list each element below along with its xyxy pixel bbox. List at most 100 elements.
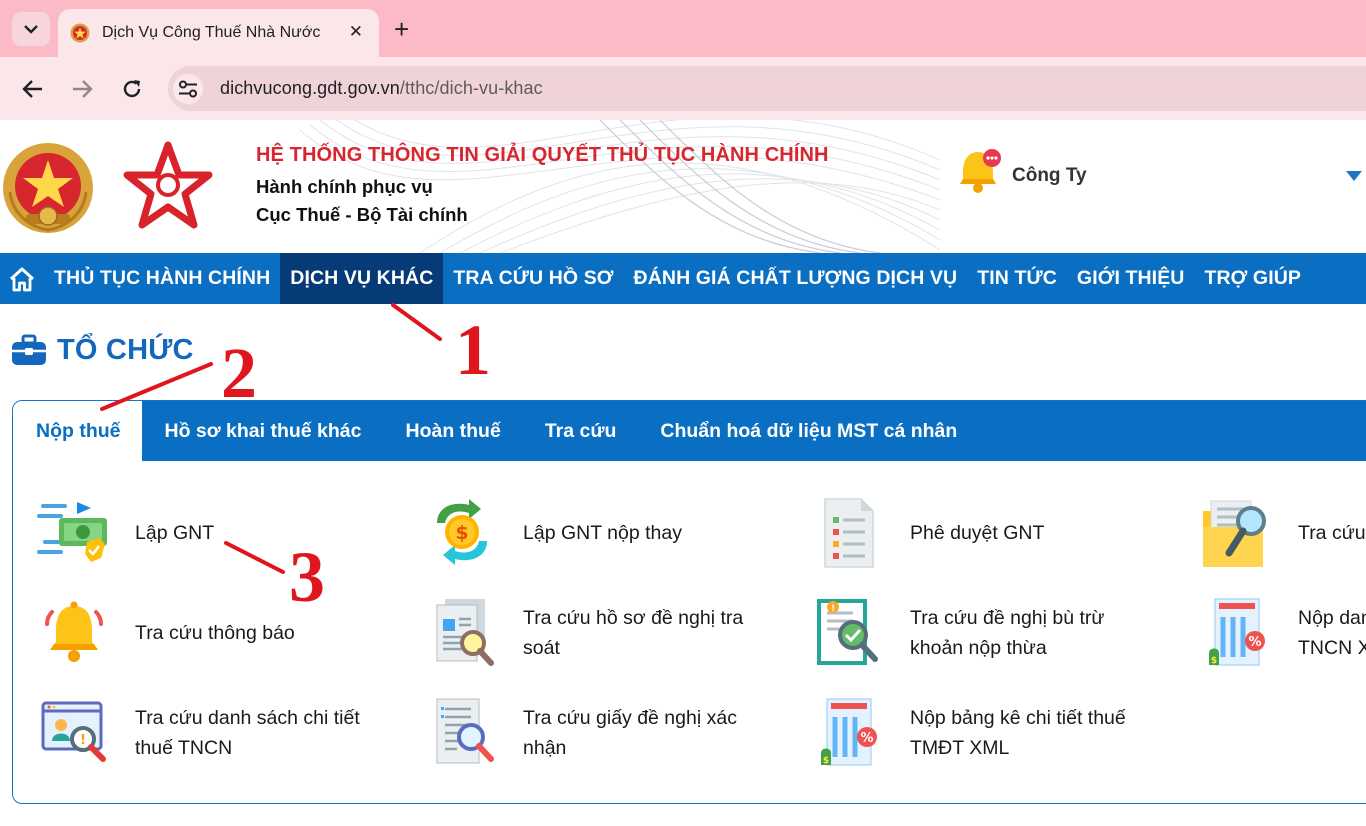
arrow-left-icon	[22, 80, 42, 98]
tax-list-icon: % $	[1198, 594, 1276, 672]
user-account-name[interactable]: Công Ty	[1012, 165, 1087, 187]
briefcase-icon	[12, 334, 46, 365]
service-label: Phê duyệt GNT	[910, 522, 1045, 544]
service-label-line: khoản nộp thừa	[910, 637, 1047, 659]
tab-title: Dịch Vụ Công Thuế Nhà Nước	[102, 24, 321, 41]
service-lap-gnt[interactable]: Lập GNT	[35, 494, 214, 572]
svg-text:!: !	[831, 604, 835, 614]
service-label: Tra cứu đề nghị bù trừ khoản nộp thừa	[910, 603, 1104, 663]
services-panel: Nộp thuế Hồ sơ khai thuế khác Hoàn thuế …	[12, 400, 1366, 804]
nav-gioi-thieu[interactable]: GIỚI THIỆU	[1067, 253, 1195, 304]
service-label: Tra cứu hồ sơ đề nghị tra soát	[523, 603, 743, 663]
close-icon[interactable]: ✕	[349, 23, 363, 41]
forward-button[interactable]	[68, 75, 96, 103]
url-path: /tthc/dich-vu-khac	[399, 78, 543, 98]
arrow-right-icon	[73, 80, 93, 98]
caret-down-icon[interactable]	[1346, 171, 1362, 181]
service-label-line: Tra cứu đề nghị bù trừ	[910, 607, 1105, 629]
main-navigation: THỦ TỤC HÀNH CHÍNH DỊCH VỤ KHÁC TRA CỨU …	[0, 253, 1366, 304]
money-transfer-icon	[35, 494, 113, 572]
back-button[interactable]	[19, 75, 47, 103]
browser-tab-strip: Dịch Vụ Công Thuế Nhà Nước ✕ +	[0, 0, 1366, 57]
service-label: Tra cứu	[1298, 522, 1366, 544]
home-icon	[9, 267, 35, 291]
annotation-number: 1	[455, 310, 491, 390]
system-subtitle: Hành chính phục vụ	[256, 176, 433, 197]
tab-search-button[interactable]	[12, 12, 50, 46]
browser-toolbar: dichvucong.gdt.gov.vn/tthc/dich-vu-khac	[0, 57, 1366, 120]
svg-text:%: %	[1248, 635, 1261, 650]
service-lap-gnt-nop-thay[interactable]: $ Lập GNT nộp thay	[423, 494, 682, 572]
nav-tra-cuu-ho-so[interactable]: TRA CỨU HỒ SƠ	[443, 253, 623, 304]
plus-icon[interactable]: +	[394, 16, 409, 42]
service-label: Nộp bảng kê chi tiết thuế TMĐT XML	[910, 703, 1126, 763]
service-label: Tra cứu thông báo	[135, 622, 295, 644]
panel-tabs: Nộp thuế Hồ sơ khai thuế khác Hoàn thuế …	[13, 401, 1366, 461]
service-phe-duyet-gnt[interactable]: Phê duyệt GNT	[810, 494, 1044, 572]
service-label-line: TNCN X	[1298, 637, 1366, 659]
tab-tra-cuu[interactable]: Tra cứu	[523, 401, 639, 461]
public-service-logo-icon	[123, 141, 213, 229]
system-title: HỆ THỐNG THÔNG TIN GIẢI QUYẾT THỦ TỤC HÀ…	[256, 144, 829, 166]
coin-exchange-icon: $	[423, 494, 501, 572]
tax-percent-icon: % $	[810, 694, 888, 772]
checklist-document-icon	[810, 494, 888, 572]
chevron-down-icon	[24, 24, 38, 34]
site-header: HỆ THỐNG THÔNG TIN GIẢI QUYẾT THỦ TỤC HÀ…	[0, 120, 1366, 253]
service-label-line: soát	[523, 637, 560, 659]
paper-search-icon	[423, 694, 501, 772]
bell-icon	[35, 594, 113, 672]
service-tra-cuu-ho-so-de-nghi-tra-soat[interactable]: Tra cứu hồ sơ đề nghị tra soát	[423, 594, 743, 672]
service-nop-bang-ke-tmdt[interactable]: % $ Nộp bảng kê chi tiết thuế TMĐT XML	[810, 694, 1126, 772]
section-title: TỔ CHỨC	[57, 334, 194, 366]
site-info-button[interactable]	[173, 73, 203, 104]
service-label-line: Nộp bảng kê chi tiết thuế	[910, 707, 1126, 729]
service-label-line: Tra cứu hồ sơ đề nghị tra	[523, 607, 744, 629]
service-label: Lập GNT nộp thay	[523, 522, 682, 544]
service-label: Nộp dan TNCN X	[1298, 603, 1366, 663]
service-tra-cuu-thong-bao[interactable]: Tra cứu thông báo	[35, 594, 295, 672]
state-emblem-favicon-icon	[70, 23, 90, 43]
nav-tin-tuc[interactable]: TIN TỨC	[967, 253, 1067, 304]
tab-chuan-hoa-du-lieu[interactable]: Chuẩn hoá dữ liệu MST cá nhân	[638, 401, 979, 461]
report-check-icon: !	[810, 594, 888, 672]
svg-text:!: !	[80, 733, 86, 748]
nav-danh-gia-chat-luong[interactable]: ĐÁNH GIÁ CHẤT LƯỢNG DỊCH VỤ	[624, 253, 968, 304]
nav-dich-vu-khac[interactable]: DỊCH VỤ KHÁC	[280, 253, 444, 304]
tab-hoan-thue[interactable]: Hoàn thuế	[383, 401, 522, 461]
agency-name: Cục Thuế - Bộ Tài chính	[256, 204, 468, 225]
service-label-line: thuế TNCN	[135, 737, 233, 759]
svg-text:$: $	[1211, 656, 1217, 666]
svg-text:$: $	[823, 756, 829, 766]
tune-icon	[179, 80, 197, 97]
tab-ho-so-khai-thue-khac[interactable]: Hồ sơ khai thuế khác	[142, 401, 383, 461]
url-host: dichvucong.gdt.gov.vn	[220, 78, 400, 98]
home-button[interactable]	[0, 253, 44, 304]
service-label-line: TMĐT XML	[910, 737, 1010, 759]
nav-tro-giup[interactable]: TRỢ GIÚP	[1194, 253, 1311, 304]
nav-thu-tuc-hanh-chinh[interactable]: THỦ TỤC HÀNH CHÍNH	[44, 253, 280, 304]
service-label-line: nhận	[523, 737, 567, 759]
service-label-line: Tra cứu danh sách chi tiết	[135, 707, 360, 729]
service-tra-cuu-de-nghi-bu-tru[interactable]: ! Tra cứu đề nghị bù trừ khoản nộp thừa	[810, 594, 1104, 672]
service-label: Lập GNT	[135, 522, 215, 544]
address-bar[interactable]: dichvucong.gdt.gov.vn/tthc/dich-vu-khac	[168, 66, 1366, 111]
reload-icon	[123, 80, 141, 98]
service-label-line: Tra cứu giấy đề nghị xác	[523, 707, 737, 729]
profile-search-icon: !	[35, 694, 113, 772]
service-label: Tra cứu giấy đề nghị xác nhận	[523, 703, 737, 763]
tab-nop-thue[interactable]: Nộp thuế	[13, 401, 143, 461]
annotation-number: 2	[221, 333, 257, 413]
annotation-number: 3	[289, 537, 325, 617]
service-tra-cuu-danh-sach-tncn[interactable]: ! Tra cứu danh sách chi tiết thuế TNCN	[35, 694, 360, 772]
browser-tab[interactable]: Dịch Vụ Công Thuế Nhà Nước ✕	[58, 9, 379, 57]
document-search-icon	[423, 594, 501, 672]
notification-bell-icon[interactable]	[958, 146, 1004, 194]
service-nop-danh-sach-tncn[interactable]: % $ Nộp dan TNCN X	[1198, 594, 1366, 672]
url-text: dichvucong.gdt.gov.vn/tthc/dich-vu-khac	[220, 78, 543, 99]
folder-search-icon	[1198, 494, 1276, 572]
service-tra-cuu-giay-de-nghi[interactable]: Tra cứu giấy đề nghị xác nhận	[423, 694, 737, 772]
service-tra-cuu[interactable]: Tra cứu	[1198, 494, 1366, 572]
national-emblem-icon	[3, 143, 93, 233]
reload-button[interactable]	[118, 75, 146, 103]
